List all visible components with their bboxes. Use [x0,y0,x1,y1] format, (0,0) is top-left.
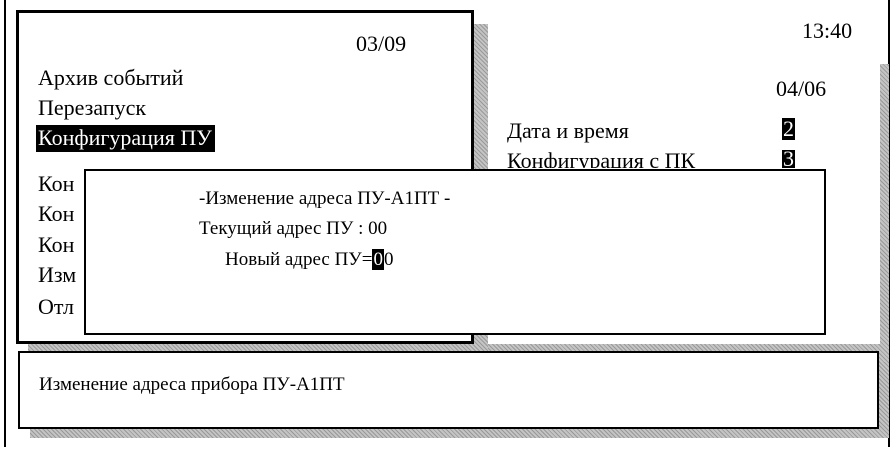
clock: 13:40 [802,18,853,43]
menu-item-5[interactable]: Кон [38,203,74,225]
main-menu-page-indicator: 03/09 [356,31,407,56]
menu-item-4[interactable]: Кон [38,173,74,195]
menu-item-device-config[interactable]: Конфигурация ПУ [36,125,215,152]
config-menu-page-indicator: 04/06 [776,76,827,101]
menu-item-date-time-key: 2 [782,116,795,141]
new-address-field[interactable]: Новый адрес ПУ=00 [225,249,394,270]
new-address-label: Новый адрес ПУ= [225,249,373,270]
address-change-dialog: -Изменение адреса ПУ-А1ПТ - Текущий адре… [84,169,826,335]
menu-item-config-pc-key: 3 [782,150,795,168]
menu-item-date-time[interactable]: Дата и время [507,120,629,142]
new-address-rest: 0 [383,249,394,270]
menu-item-config-pc[interactable]: Конфигурация с ПК [507,150,695,168]
new-address-cursor[interactable]: 0 [372,249,384,270]
menu-item-6[interactable]: Кон [38,234,74,256]
current-address-label: Текущий адрес ПУ : 00 [199,218,388,239]
menu-item-event-archive[interactable]: Архив событий [38,67,183,89]
dialog-title: -Изменение адреса ПУ-А1ПТ - [199,188,451,209]
menu-item-config-pc-clip: Конфигурация с ПК 3 [507,150,807,168]
help-text: Изменение адреса прибора ПУ-А1ПТ [39,374,345,395]
menu-item-7[interactable]: Изм [38,264,76,286]
help-bar: Изменение адреса прибора ПУ-А1ПТ [18,351,879,429]
menu-item-8[interactable]: Отл [38,296,74,318]
menu-item-restart[interactable]: Перезапуск [38,97,146,119]
